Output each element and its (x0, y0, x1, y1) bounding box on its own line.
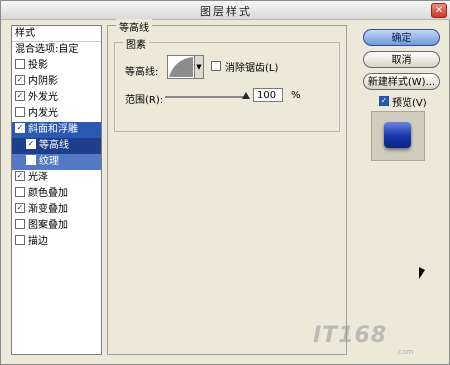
style-list-header[interactable]: 样式 (12, 26, 101, 42)
close-button[interactable]: ✕ (431, 3, 447, 18)
contour-curve-icon (169, 57, 193, 77)
style-item-pattern-overlay[interactable]: 图案叠加 (12, 218, 101, 234)
style-checkbox[interactable]: ✓ (26, 139, 36, 149)
close-icon: ✕ (434, 5, 444, 16)
watermark-suffix: .com (396, 348, 414, 356)
style-checkbox[interactable]: ✓ (15, 203, 25, 213)
anti-alias-checkbox[interactable] (211, 61, 221, 71)
new-style-button[interactable]: 新建样式(W)... (363, 73, 440, 90)
style-checkbox[interactable] (15, 187, 25, 197)
style-item-label: 内发光 (28, 108, 58, 119)
style-item-stroke[interactable]: 描边 (12, 234, 101, 250)
chevron-down-icon[interactable]: ▼ (194, 55, 204, 79)
preview-swatch (384, 122, 411, 148)
range-label: 范围(R): (125, 95, 164, 106)
layer-style-dialog: 图层样式 ✕ 样式 混合选项:自定 投影 ✓ 内阴影 ✓ 外发光 内发光 ✓ 斜面和浮… (0, 0, 450, 365)
contour-label: 等高线: (125, 67, 159, 78)
style-item-label: 图案叠加 (28, 220, 68, 231)
cancel-button[interactable]: 取消 (363, 51, 440, 68)
style-item-texture[interactable]: 纹理 (12, 154, 101, 170)
style-item-bevel-emboss[interactable]: ✓ 斜面和浮雕 (12, 122, 101, 138)
style-checkbox[interactable]: ✓ (15, 75, 25, 85)
style-item-inner-shadow[interactable]: ✓ 内阴影 (12, 74, 101, 90)
style-item-label: 描边 (28, 236, 48, 247)
range-slider[interactable] (165, 96, 245, 98)
style-item-gradient-overlay[interactable]: ✓ 渐变叠加 (12, 202, 101, 218)
anti-alias-label: 消除锯齿(L) (225, 63, 279, 74)
style-preview (371, 111, 425, 161)
style-item-label: 纹理 (39, 156, 59, 167)
style-item-inner-glow[interactable]: 内发光 (12, 106, 101, 122)
style-item-label: 颜色叠加 (28, 188, 68, 199)
style-item-contour[interactable]: ✓ 等高线 (12, 138, 101, 154)
style-item-label: 外发光 (28, 92, 58, 103)
style-checkbox[interactable] (15, 235, 25, 245)
elements-group: 图素 等高线: ▼ 消除锯齿(L) 范围(R): 100 % (114, 36, 340, 132)
style-item-label: 斜面和浮雕 (28, 124, 78, 135)
dialog-title: 图层样式 (200, 5, 252, 18)
contour-settings-panel: 等高线 图素 等高线: ▼ 消除锯齿(L) 范围(R): 100 % (107, 19, 347, 355)
contour-curve-picker[interactable] (167, 55, 195, 79)
watermark-logo: IT168 (313, 323, 388, 348)
ok-button[interactable]: 确定 (363, 29, 440, 46)
style-item-color-overlay[interactable]: 颜色叠加 (12, 186, 101, 202)
style-item-label: 渐变叠加 (28, 204, 68, 215)
style-item-label: 光泽 (28, 172, 48, 183)
subgroup-title: 图素 (123, 36, 149, 51)
range-slider-handle[interactable] (242, 92, 250, 99)
style-item-label: 等高线 (39, 140, 69, 151)
style-checkbox[interactable]: ✓ (15, 91, 25, 101)
style-checkbox[interactable] (15, 107, 25, 117)
mouse-cursor-icon (419, 267, 425, 279)
style-item-satin[interactable]: ✓ 光泽 (12, 170, 101, 186)
group-title: 等高线 (116, 19, 152, 34)
style-checkbox[interactable] (26, 155, 36, 165)
preview-checkbox[interactable]: ✓ (379, 96, 389, 106)
style-item-label: 投影 (28, 60, 48, 71)
style-checkbox[interactable]: ✓ (15, 123, 25, 133)
style-checkbox[interactable] (15, 219, 25, 229)
title-bar[interactable]: 图层样式 ✕ (1, 1, 450, 20)
range-input[interactable]: 100 (253, 88, 283, 102)
style-list: 样式 混合选项:自定 投影 ✓ 内阴影 ✓ 外发光 内发光 ✓ 斜面和浮雕 ✓ 等高线 … (11, 25, 102, 355)
range-unit: % (291, 90, 301, 101)
preview-label: 预览(V) (392, 98, 427, 109)
style-item-outer-glow[interactable]: ✓ 外发光 (12, 90, 101, 106)
style-item-label: 内阴影 (28, 76, 58, 87)
style-item-drop-shadow[interactable]: 投影 (12, 58, 101, 74)
style-checkbox[interactable] (15, 59, 25, 69)
style-checkbox[interactable]: ✓ (15, 171, 25, 181)
blend-options-item[interactable]: 混合选项:自定 (12, 42, 101, 58)
